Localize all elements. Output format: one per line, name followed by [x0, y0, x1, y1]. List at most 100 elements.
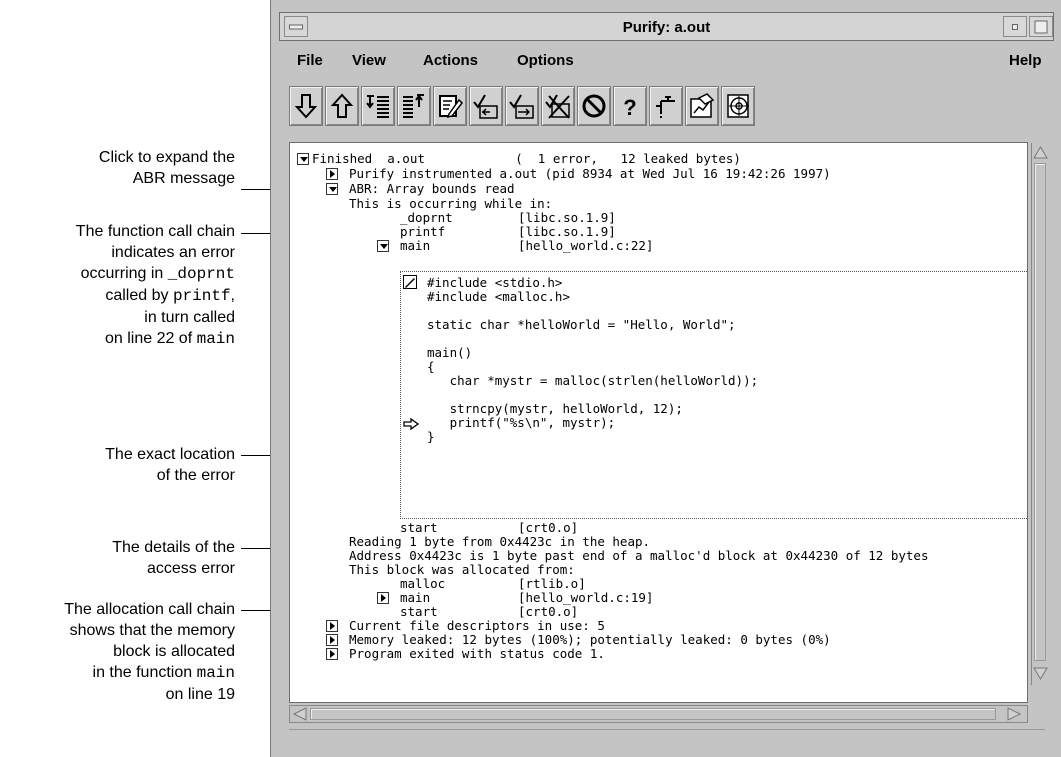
annotation-line: called by printf,: [76, 285, 235, 307]
scroll-left-icon[interactable]: [292, 707, 308, 721]
source-line: #include <malloc.h>: [427, 289, 570, 304]
expand-toggle[interactable]: [326, 620, 338, 632]
expand-icon: [366, 95, 389, 118]
no-icon: [582, 94, 606, 118]
annotation-line: access error: [146, 560, 235, 577]
horizontal-scrollbar[interactable]: [289, 705, 1028, 723]
annotation-line: block is allocated: [113, 643, 235, 660]
collapse-toggle[interactable]: [326, 183, 338, 195]
annotation-alloc-chain: The allocation call chain shows that the…: [64, 599, 235, 705]
annotation-line: of the error: [156, 467, 235, 484]
annotation-text: on line 22 of: [104, 330, 197, 347]
menu-bar: File View Actions Options Help: [279, 41, 1054, 79]
finished-line: Finished a.out ( 1 error, 12 leaked byte…: [312, 151, 741, 166]
pencil-icon[interactable]: [403, 275, 417, 289]
collapse-toggle[interactable]: [297, 153, 309, 165]
scroll-right-icon[interactable]: [1006, 707, 1022, 721]
source-line: main(): [427, 345, 473, 360]
menu-actions[interactable]: Actions: [423, 52, 478, 69]
scroll-thumb[interactable]: [1034, 163, 1046, 661]
output-pane[interactable]: Finished a.out ( 1 error, 12 leaked byte…: [289, 142, 1028, 703]
scroll-down-icon[interactable]: [1033, 665, 1048, 681]
annotation-text: ,: [230, 287, 235, 304]
expand-toggle[interactable]: [326, 168, 338, 180]
exited-line: Program exited with status code 1.: [349, 646, 605, 661]
maximize-icon: [1034, 20, 1048, 33]
chain-loc: [hello_world.c:22]: [518, 238, 654, 253]
scroll-up-icon[interactable]: [1033, 145, 1048, 161]
menu-options[interactable]: Options: [517, 52, 574, 69]
annotation-code: main: [196, 664, 235, 682]
annotation-text: called by: [105, 287, 173, 304]
annotation-line: on line 19: [165, 686, 235, 703]
faucet-button[interactable]: [649, 86, 683, 126]
annotation-line: The allocation call chain: [64, 601, 235, 618]
expand-button[interactable]: [361, 86, 395, 126]
alloc-loc: [hello_world.c:19]: [518, 590, 654, 605]
title-bar: Purify: a.out: [279, 12, 1054, 41]
unsuppress-button[interactable]: [505, 86, 539, 126]
alloc-fn: start: [400, 604, 438, 619]
chain-fn: printf: [400, 224, 446, 239]
annotation-text: occurring in: [80, 265, 168, 282]
expand-toggle[interactable]: [377, 592, 389, 604]
reading-line: Reading 1 byte from 0x4423c in the heap.: [349, 534, 651, 549]
previous-message-button[interactable]: [325, 86, 359, 126]
alloc-loc: [crt0.o]: [518, 604, 579, 619]
next-message-button[interactable]: [289, 86, 323, 126]
annotation-line: The function call chain: [75, 223, 235, 240]
collapse-button[interactable]: [397, 86, 431, 126]
allocated-line: This block was allocated from:: [349, 562, 575, 577]
source-line: {: [427, 359, 435, 374]
source-line: #include <stdio.h>: [427, 275, 563, 290]
annotation-code: main: [196, 330, 235, 348]
help-button[interactable]: ?: [613, 86, 647, 126]
collapse-toggle[interactable]: [377, 240, 389, 252]
annotation-line: Click to expand the: [98, 149, 235, 166]
annotation-exact-location: The exact location of the error: [105, 444, 235, 486]
menu-file[interactable]: File: [297, 52, 323, 69]
annotation-text: in the function: [92, 664, 197, 681]
kill-button[interactable]: [541, 86, 575, 126]
suppress-button[interactable]: [469, 86, 503, 126]
faucet-icon: [656, 96, 675, 118]
target-button[interactable]: [721, 86, 755, 126]
alloc-fn: malloc: [400, 576, 446, 591]
expand-toggle[interactable]: [326, 634, 338, 646]
descriptors-line: Current file descriptors in use: 5: [349, 618, 605, 633]
source-code-box: #include <stdio.h> #include <malloc.h> s…: [400, 271, 1027, 519]
next-message-icon: [294, 94, 318, 119]
collapse-icon: [403, 94, 424, 118]
status-bar: [289, 729, 1045, 750]
annotation-line: indicates an error: [111, 244, 235, 261]
annotation-line: The details of the: [112, 539, 235, 556]
menu-help[interactable]: Help: [1009, 52, 1042, 69]
vertical-scrollbar[interactable]: [1031, 143, 1049, 685]
previous-message-icon: [330, 93, 354, 118]
minimize-button[interactable]: [1003, 16, 1027, 37]
occurring-line: This is occurring while in:: [349, 196, 553, 211]
instrumented-line: Purify instrumented a.out (pid 8934 at W…: [349, 166, 831, 181]
abr-message: ABR: Array bounds read: [349, 181, 515, 196]
annotation-line: in turn called: [144, 309, 235, 326]
stop-button[interactable]: [577, 86, 611, 126]
address-line: Address 0x4423c is 1 byte past end of a …: [349, 548, 929, 563]
menu-view[interactable]: View: [352, 52, 386, 69]
minimize-icon: [1012, 23, 1018, 30]
expand-toggle[interactable]: [326, 648, 338, 660]
coverage-button[interactable]: [685, 86, 719, 126]
maximize-button[interactable]: [1029, 16, 1053, 37]
chain-fn: _doprnt: [400, 210, 453, 225]
error-location-arrow-icon: [403, 418, 419, 430]
annotation-details: The details of the access error: [112, 537, 235, 579]
hscroll-thumb[interactable]: [310, 708, 996, 720]
source-line-error: printf("%s\n", mystr);: [427, 415, 616, 430]
chain-fn: main: [400, 238, 431, 253]
annotation-line: on line 22 of main: [76, 328, 235, 350]
edit-source-button[interactable]: [433, 86, 467, 126]
annotation-code: _doprnt: [167, 265, 235, 283]
edit-icon: [439, 95, 463, 119]
annotation-code: printf: [172, 287, 231, 305]
chain-fn: start: [400, 520, 438, 535]
source-line: char *mystr = malloc(strlen(helloWorld))…: [427, 373, 759, 388]
